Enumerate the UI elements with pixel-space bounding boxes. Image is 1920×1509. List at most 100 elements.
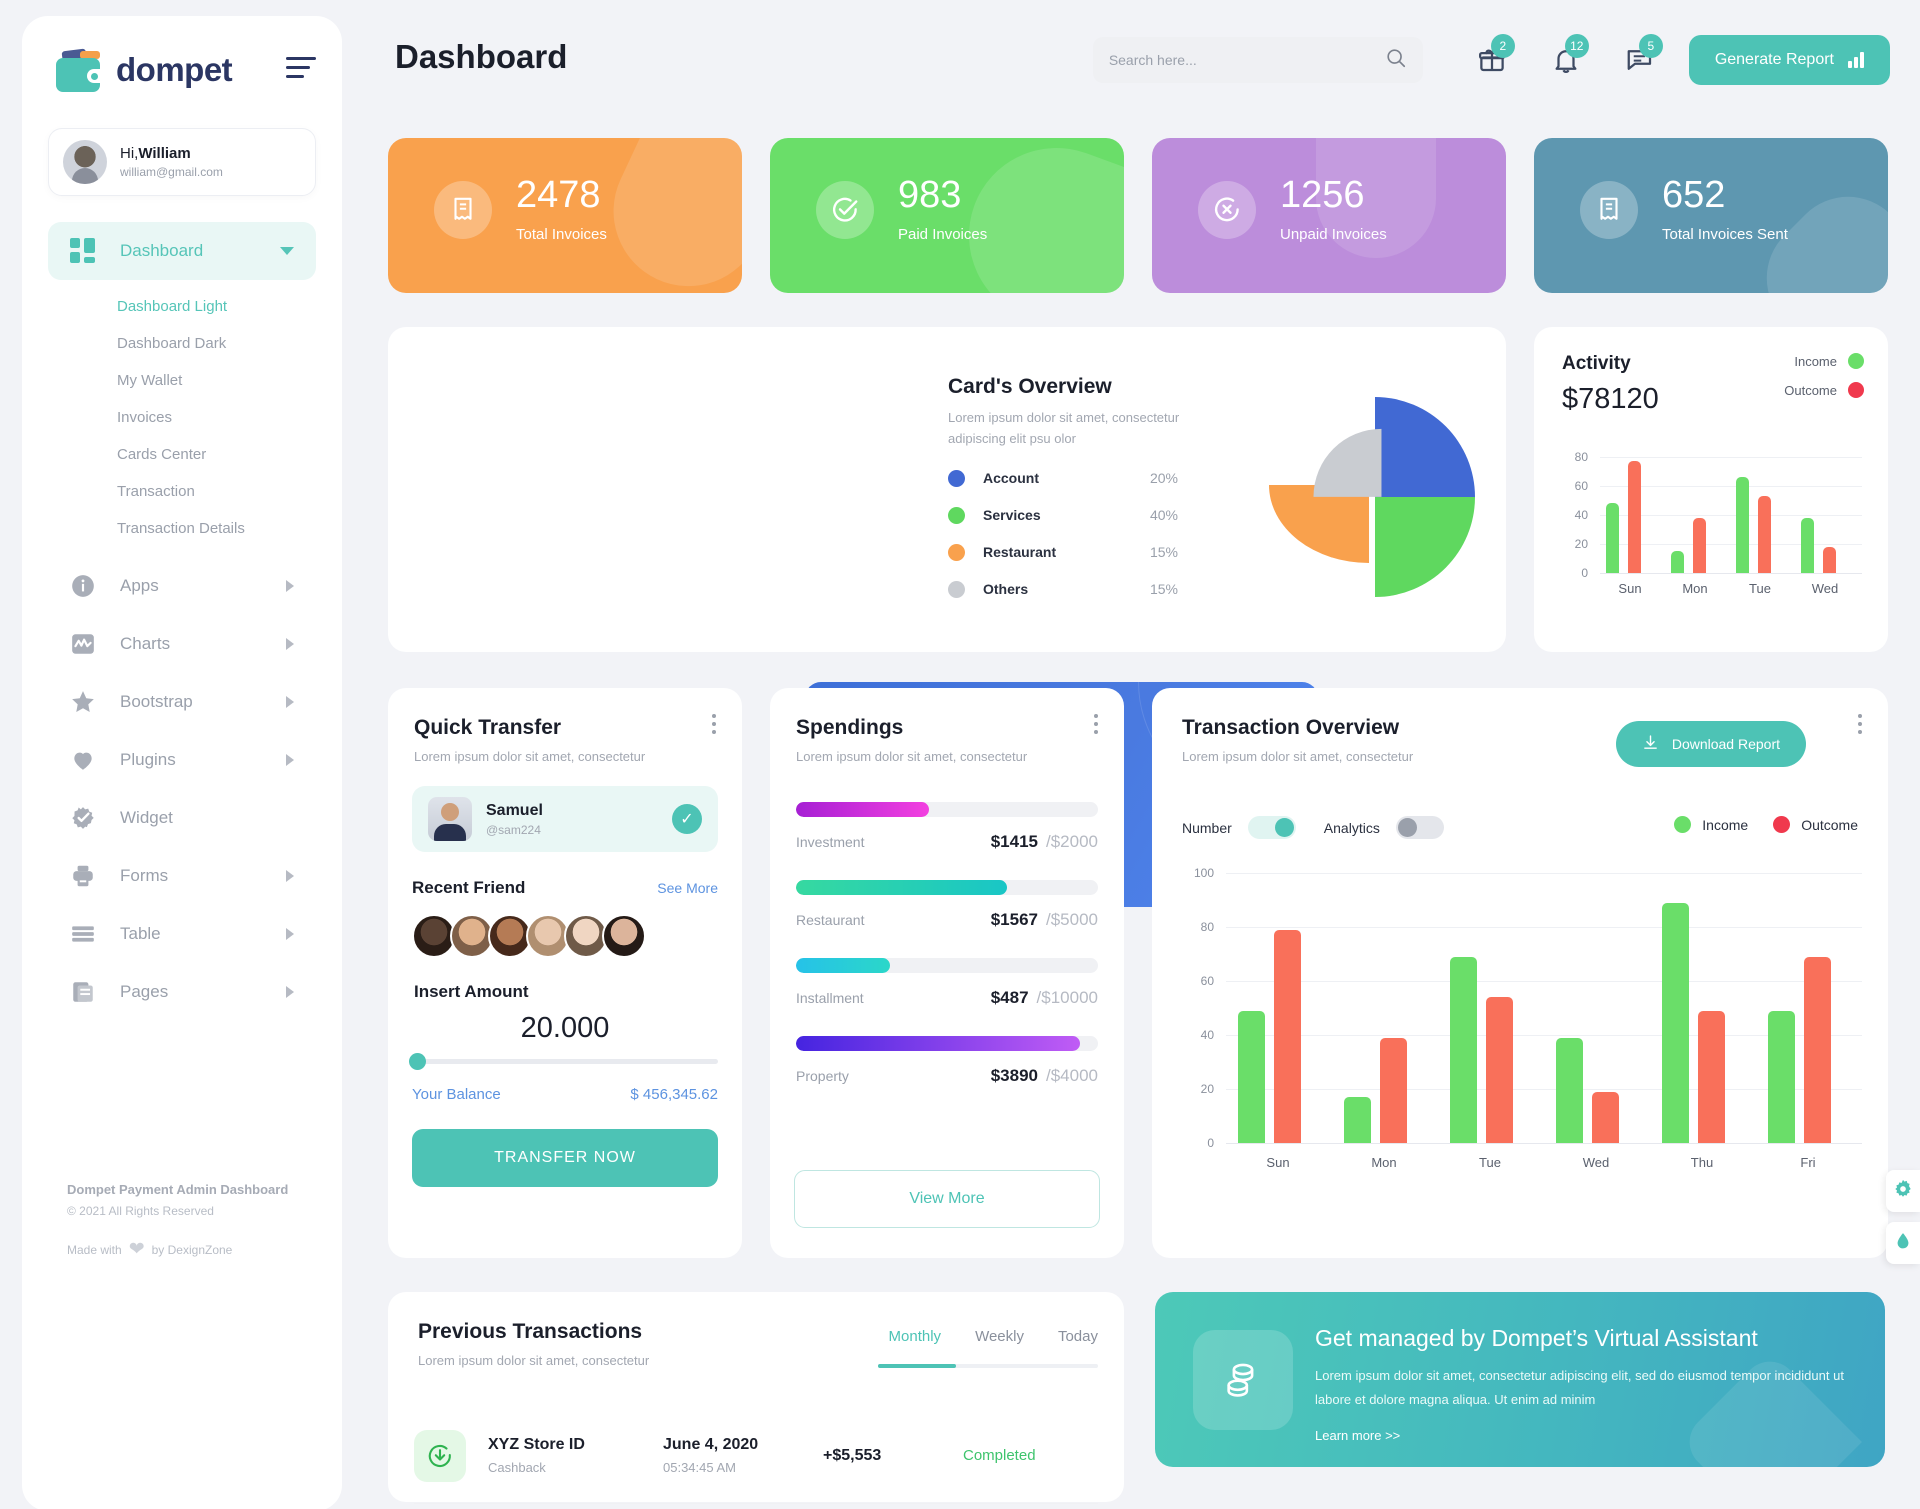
legend-dot <box>948 543 965 561</box>
spending-item-restaurant: Restaurant $1567 /$5000 <box>796 880 1098 930</box>
transaction-overview-bar-chart: 100 80 60 40 20 0 Sun Mon Tue Wed Thu Fr… <box>1182 866 1862 1213</box>
hamburger-icon[interactable] <box>286 56 316 84</box>
message-icon[interactable]: 5 <box>1615 34 1665 82</box>
sidebar-item-bootstrap[interactable]: Bootstrap <box>48 673 316 731</box>
bar-outcome-thu <box>1698 1011 1725 1143</box>
legend-dot <box>1674 816 1692 833</box>
info-icon <box>70 573 96 599</box>
profile-card[interactable]: Hi,William william@gmail.com <box>48 128 316 196</box>
sidebar-item-pages[interactable]: Pages <box>48 963 316 1021</box>
status-badge: Completed <box>963 1447 1036 1464</box>
selected-friend[interactable]: Samuel @sam224 ✓ <box>412 786 718 852</box>
slider-thumb[interactable] <box>409 1053 426 1070</box>
theme-float-button[interactable] <box>1886 1222 1920 1264</box>
chevron-down-icon <box>280 247 294 255</box>
greeting-prefix: Hi, <box>120 145 139 162</box>
stat-label: Total Invoices Sent <box>1662 226 1788 243</box>
progress-fill <box>796 880 1008 895</box>
stat-card-total-invoices-sent[interactable]: 652 Total Invoices Sent <box>1534 138 1888 293</box>
y-tick-label: 60 <box>1200 974 1214 988</box>
sidebar-item-widget[interactable]: Widget <box>48 789 316 847</box>
legend-item-services: Services 40% <box>948 506 1178 524</box>
sidebar-item-charts[interactable]: Charts <box>48 615 316 673</box>
sidebar-item-table[interactable]: Table <box>48 905 316 963</box>
stat-value: 983 <box>898 174 962 216</box>
stat-card-unpaid-invoices[interactable]: 1256 Unpaid Invoices <box>1152 138 1506 293</box>
previous-transactions-panel: Previous Transactions Lorem ipsum dolor … <box>388 1292 1124 1504</box>
generate-report-button[interactable]: Generate Report <box>1688 35 1890 85</box>
cards-overview-text: Card's Overview Lorem ipsum dolor sit am… <box>948 375 1248 598</box>
bar-income-fri <box>1768 1011 1795 1143</box>
legend-item-income: Income <box>1784 353 1864 369</box>
legend-item-outcome: Outcome <box>1784 382 1864 398</box>
number-toggle[interactable] <box>1247 816 1296 839</box>
sidebar-item-dashboard[interactable]: Dashboard <box>48 222 316 280</box>
promo-learn-more-link[interactable]: Learn more >> <box>1315 1428 1400 1443</box>
gift-icon[interactable]: 2 <box>1467 34 1517 82</box>
spending-max: /$5000 <box>1046 910 1098 929</box>
header: Dashboard 2 12 5 Generate Report <box>395 34 1890 102</box>
stat-card-total-invoices[interactable]: 2478 Total Invoices <box>388 138 742 293</box>
spending-name: Installment <box>796 990 864 1006</box>
progress-fill <box>796 802 929 817</box>
sidebar-subitem-dashboard-light[interactable]: Dashboard Light <box>22 288 342 325</box>
tab-weekly[interactable]: Weekly <box>975 1328 1024 1345</box>
spendings-panel: Spendings Lorem ipsum dolor sit amet, co… <box>770 688 1124 1258</box>
sidebar-subitem-cards-center[interactable]: Cards Center <box>22 436 342 473</box>
pages-icon <box>70 979 96 1005</box>
cards-overview-pie-chart <box>1269 397 1475 597</box>
settings-float-button[interactable] <box>1886 1170 1920 1212</box>
sidebar-item-apps[interactable]: Apps <box>48 557 316 615</box>
download-report-button[interactable]: Download Report <box>1615 721 1806 767</box>
activity-bar-chart: 80 60 40 20 0 Sun Mon Tue Wed <box>1562 450 1862 622</box>
sidebar-item-label: Bootstrap <box>120 692 193 711</box>
tab-today[interactable]: Today <box>1058 1328 1098 1345</box>
spending-value: $1567 <box>990 910 1038 929</box>
tab-monthly[interactable]: Monthly <box>889 1328 942 1345</box>
spending-item-installment: Installment $487 /$10000 <box>796 958 1098 1008</box>
table-row[interactable] <box>414 1504 1098 1509</box>
sidebar-subitem-dashboard-dark[interactable]: Dashboard Dark <box>22 325 342 362</box>
virtual-assistant-promo[interactable]: Get managed by Dompet’s Virtual Assistan… <box>1155 1292 1885 1467</box>
more-vertical-icon[interactable] <box>1858 714 1862 738</box>
friend-avatar[interactable] <box>602 914 646 958</box>
sidebar-subitem-transaction[interactable]: Transaction <box>22 473 342 510</box>
check-circle-icon: ✓ <box>672 804 702 834</box>
transaction-subtitle: Cashback <box>488 1460 546 1475</box>
arrow-down-circle-icon <box>414 1429 466 1482</box>
transaction-title: XYZ Store ID <box>488 1436 585 1453</box>
search-icon[interactable] <box>1385 47 1407 74</box>
spending-item-property: Property $3890 /$4000 <box>796 1036 1098 1086</box>
invoice-icon <box>1580 180 1638 239</box>
toggle-label-analytics: Analytics <box>1323 819 1380 836</box>
more-vertical-icon[interactable] <box>712 714 716 738</box>
sidebar-item-label: Apps <box>120 576 159 595</box>
sidebar-item-forms[interactable]: Forms <box>48 847 316 905</box>
sidebar-item-plugins[interactable]: Plugins <box>48 731 316 789</box>
sidebar-item-label: Charts <box>120 634 171 653</box>
sidebar-subitem-transaction-details[interactable]: Transaction Details <box>22 510 342 547</box>
activity-amount: $78120 <box>1562 383 1659 415</box>
more-vertical-icon[interactable] <box>1094 714 1098 738</box>
search-bar[interactable] <box>1092 37 1423 83</box>
stat-card-paid-invoices[interactable]: 983 Paid Invoices <box>770 138 1124 293</box>
table-row[interactable]: XYZ Store ID Cashback June 4, 2020 05:34… <box>414 1408 1098 1504</box>
y-tick-label: 20 <box>1574 537 1588 551</box>
analytics-toggle[interactable] <box>1395 816 1444 839</box>
balance-row: Your Balance $ 456,345.62 <box>412 1086 718 1103</box>
friend-name: Samuel <box>486 801 543 819</box>
view-more-button[interactable]: View More <box>794 1170 1100 1228</box>
x-tick-label: Mon <box>1682 581 1708 596</box>
bell-icon[interactable]: 12 <box>1541 34 1591 82</box>
bar-outcome-wed <box>1592 1092 1619 1143</box>
printer-icon <box>70 863 96 889</box>
bar-outcome-sun <box>1274 930 1301 1143</box>
search-input[interactable] <box>1108 52 1385 68</box>
sidebar-subitem-invoices[interactable]: Invoices <box>22 399 342 436</box>
transfer-now-button[interactable]: TRANSFER NOW <box>412 1129 718 1187</box>
pie-slice-account <box>1375 397 1475 497</box>
sidebar-subitem-my-wallet[interactable]: My Wallet <box>22 362 342 399</box>
amount-slider[interactable] <box>409 1053 718 1070</box>
gear-check-icon <box>70 805 96 831</box>
see-more-link[interactable]: See More <box>657 880 718 896</box>
